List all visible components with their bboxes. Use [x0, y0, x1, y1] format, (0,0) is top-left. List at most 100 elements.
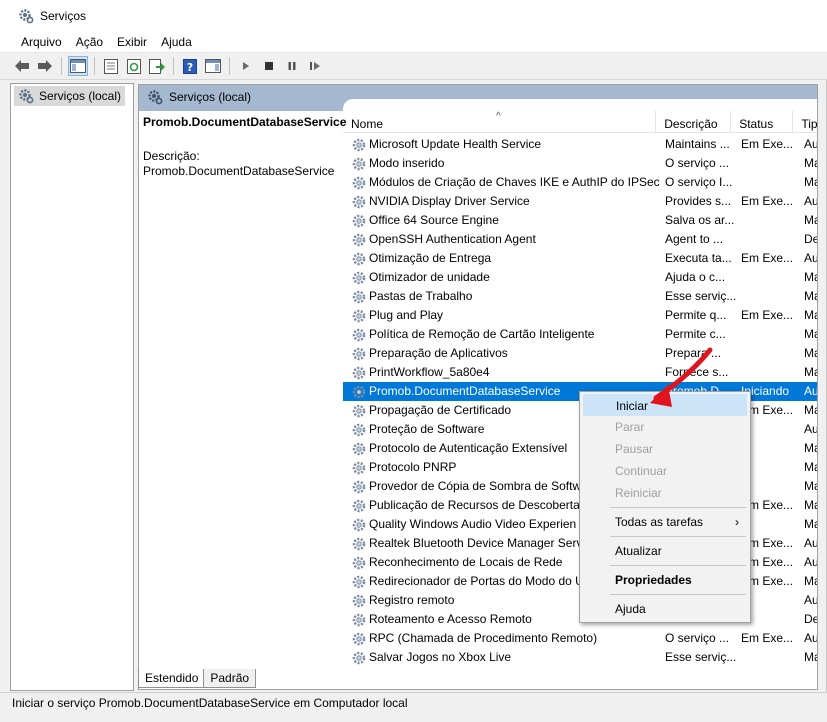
description-value: Promob.DocumentDatabaseService	[143, 164, 335, 178]
service-startup-type: Au	[804, 422, 818, 436]
service-name-cell: RPC (Chamada de Procedimento Remoto)	[343, 629, 661, 648]
service-row[interactable]: Salvar Jogos no Xbox Live Esse serviç... M…	[343, 648, 817, 667]
service-row[interactable]: Otimizador de unidade Ajuda o c... Ma	[343, 268, 817, 287]
ctx-properties[interactable]: Propriedades	[583, 569, 747, 591]
export-list-button[interactable]	[147, 56, 167, 76]
service-name-cell: Pastas de Trabalho	[343, 287, 661, 306]
service-gear-icon	[352, 461, 366, 474]
toolbar-separator	[229, 57, 230, 75]
services-window: Serviços Arquivo Ação Exibir Ajuda ? Ser…	[0, 0, 827, 722]
service-name: Promob.DocumentDatabaseService	[369, 382, 561, 401]
service-startup-type: Ma	[804, 289, 817, 303]
column-header-status[interactable]: Status	[731, 111, 794, 133]
service-row[interactable]: Pastas de Trabalho Esse serviç... Ma	[343, 287, 817, 306]
ctx-separator	[610, 507, 746, 508]
services-gear-icon	[148, 90, 163, 105]
ctx-help[interactable]: Ajuda	[583, 598, 747, 620]
service-status: Em Exe...	[741, 194, 794, 208]
start-service-button[interactable]	[236, 56, 256, 76]
ctx-all-tasks[interactable]: Todas as tarefas ›	[583, 511, 747, 533]
service-description: Provides s...	[665, 194, 732, 208]
forward-button[interactable]	[35, 56, 55, 76]
tree-item-services-local[interactable]: Serviços (local)	[14, 86, 126, 106]
service-gear-icon	[352, 233, 366, 246]
svg-text:?: ?	[187, 61, 193, 74]
service-row[interactable]: Modo inserido O serviço ... Ma	[343, 154, 817, 173]
service-gear-icon	[352, 271, 366, 284]
ctx-resume[interactable]: Continuar	[583, 460, 747, 482]
refresh-button[interactable]	[124, 56, 144, 76]
service-row[interactable]: Módulos de Criação de Chaves IKE e AuthI…	[343, 173, 817, 192]
restart-icon	[310, 62, 320, 70]
stop-service-button[interactable]	[259, 56, 279, 76]
service-gear-icon	[352, 252, 366, 265]
console-tree-icon	[70, 59, 86, 73]
service-gear-icon	[352, 651, 366, 664]
column-header-description[interactable]: Descrição	[656, 111, 732, 133]
column-description-label: Descrição	[664, 117, 718, 131]
service-gear-icon	[352, 385, 366, 398]
service-status	[737, 344, 800, 363]
service-gear-icon	[352, 632, 366, 645]
service-gear-icon	[352, 499, 366, 512]
service-row[interactable]: PrintWorkflow_5a80e4Fornece s...Ma	[343, 363, 817, 382]
service-gear-icon	[352, 138, 366, 151]
menu-ajuda[interactable]: Ajuda	[154, 31, 199, 53]
service-row[interactable]: Office 64 Source Engine Salva os ar... Ma	[343, 211, 817, 230]
ctx-all-tasks-label: Todas as tarefas	[615, 515, 704, 529]
ctx-restart[interactable]: Reiniciar	[583, 482, 747, 504]
service-startup-type: Au	[804, 137, 818, 151]
column-header-type[interactable]: Tip	[793, 111, 817, 133]
service-row[interactable]: Política de Remoção de Cartão Inteligent…	[343, 325, 817, 344]
service-status	[737, 211, 800, 230]
menu-exibir[interactable]: Exibir	[110, 31, 154, 53]
column-status-label: Status	[739, 117, 774, 131]
export-icon	[149, 58, 165, 74]
pause-service-button[interactable]	[282, 56, 302, 76]
tab-estendido[interactable]: Estendido	[138, 669, 206, 688]
service-status	[737, 363, 800, 382]
service-row[interactable]: Otimização de Entrega Executa ta... Em Exe…	[343, 249, 817, 268]
service-name-cell: Módulos de Criação de Chaves IKE e AuthI…	[343, 173, 661, 192]
service-gear-icon	[352, 556, 366, 569]
ctx-refresh[interactable]: Atualizar	[583, 540, 747, 562]
restart-service-button[interactable]	[305, 56, 325, 76]
ctx-pause[interactable]: Pausar	[583, 438, 747, 460]
service-gear-icon	[352, 575, 366, 588]
service-name: PrintWorkflow_5a80e4	[369, 365, 490, 379]
show-action-pane-button[interactable]	[203, 56, 223, 76]
service-name-cell: Office 64 Source Engine	[343, 211, 661, 230]
menu-acao[interactable]: Ação	[69, 31, 110, 53]
column-header-name[interactable]: ^ Nome	[343, 111, 657, 133]
column-name-label: Nome	[351, 117, 384, 131]
service-name-cell: NVIDIA Display Driver Service	[343, 192, 661, 211]
service-row[interactable]: Plug and Play Permite q... Em Exe... Ma	[343, 306, 817, 325]
service-description: Permite c...	[665, 327, 726, 341]
service-startup-type: Au	[804, 384, 818, 398]
services-gear-icon	[19, 8, 34, 23]
service-startup-type: Ma	[804, 270, 817, 284]
back-button[interactable]	[12, 56, 32, 76]
title-bar: Serviços	[0, 0, 827, 31]
service-startup-type: Au	[804, 593, 818, 607]
tab-padrao[interactable]: Padrão	[203, 669, 257, 688]
menu-arquivo[interactable]: Arquivo	[14, 31, 69, 53]
ctx-separator	[610, 536, 746, 537]
service-startup-type: Au	[804, 555, 818, 569]
help-button[interactable]: ?	[180, 56, 200, 76]
service-description: Executa ta...	[665, 251, 732, 265]
service-name-cell: Plug and Play	[343, 306, 661, 325]
service-startup-type: Ma	[804, 517, 817, 531]
service-row[interactable]: Preparação de AplicativosPrepara ...Ma	[343, 344, 817, 363]
service-name-cell: Otimizador de unidade	[343, 268, 661, 287]
service-status	[737, 173, 800, 192]
service-row[interactable]: RPC (Chamada de Procedimento Remoto) O se…	[343, 629, 817, 648]
properties-button[interactable]	[101, 56, 121, 76]
service-row[interactable]: Microsoft Update Health Service Maintains…	[343, 135, 818, 154]
show-hide-tree-button[interactable]	[68, 56, 88, 76]
service-row[interactable]: NVIDIA Display Driver Service Provides s.…	[343, 192, 817, 211]
service-gear-icon	[352, 594, 366, 607]
list-header: ^ Nome Descrição Status Tip	[343, 111, 817, 133]
service-row[interactable]: OpenSSH Authentication Agent Agent to ...…	[343, 230, 817, 249]
description-pane: Promob.DocumentDatabaseService Descrição…	[143, 115, 346, 178]
